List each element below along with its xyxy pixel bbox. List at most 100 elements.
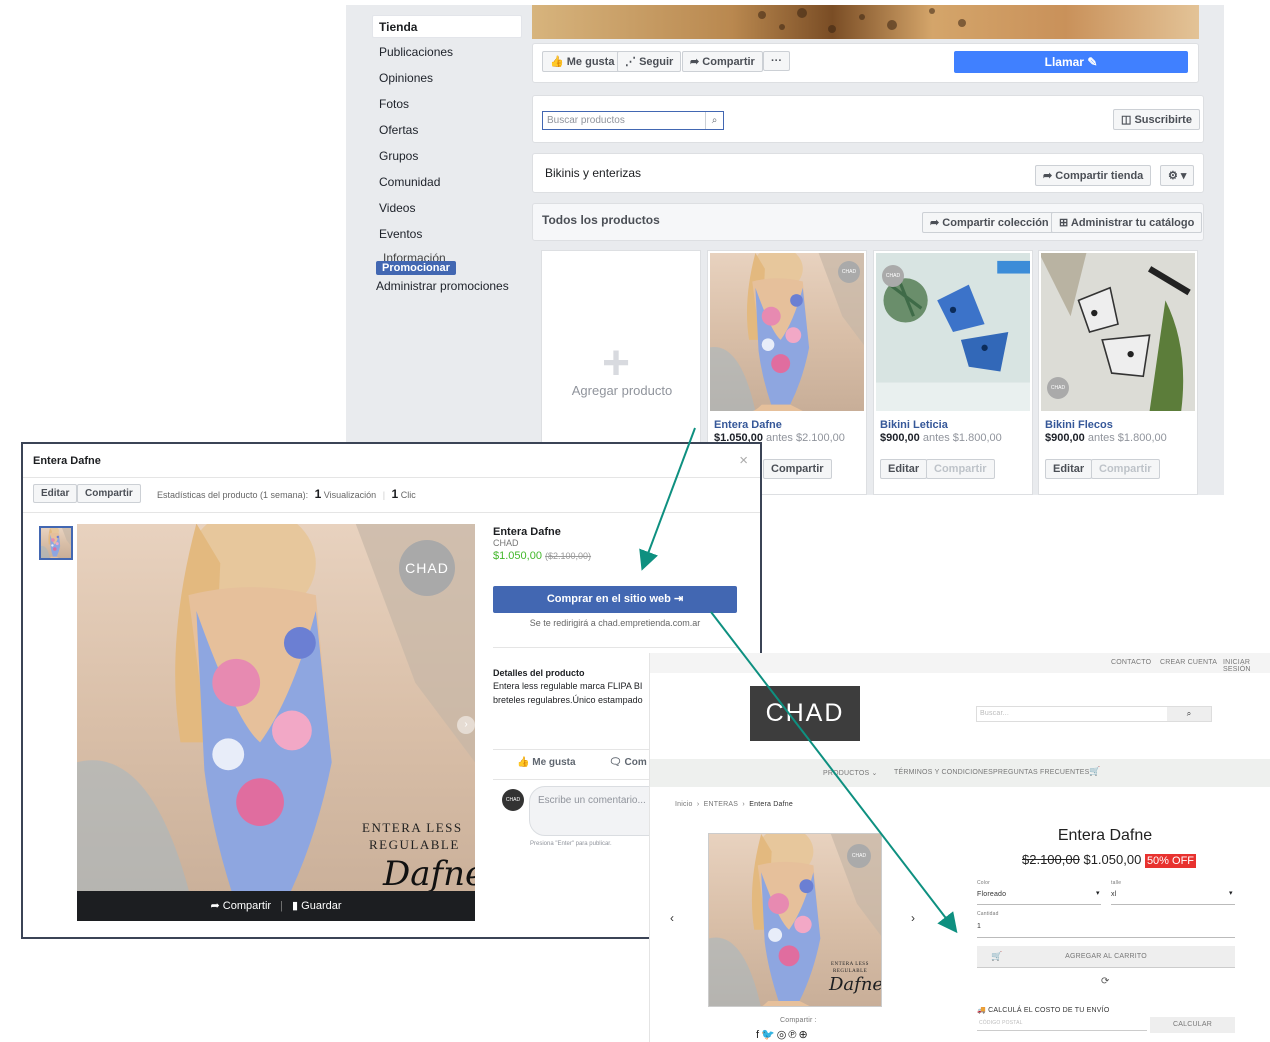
whatsapp-icon[interactable]: ◎ xyxy=(777,1029,789,1041)
quantity-label: Cantidad xyxy=(977,911,999,917)
promote-button[interactable]: Promocionar xyxy=(376,258,456,276)
color-select[interactable]: Floreado xyxy=(977,891,1006,898)
like-button[interactable]: 👍 Me gusta xyxy=(517,757,576,768)
sidebar-item-grupos[interactable]: Grupos xyxy=(379,149,418,163)
nav-faq[interactable]: PREGUNTAS FRECUENTES xyxy=(993,769,1089,776)
share-button[interactable]: Compartir xyxy=(77,484,141,503)
more-options-button[interactable]: ··· xyxy=(763,51,790,71)
product-price: $900,00 antes $1.800,00 xyxy=(1045,432,1167,444)
product-image[interactable]: CHAD xyxy=(710,253,864,411)
google-plus-icon[interactable]: ⊕ xyxy=(798,1029,809,1041)
shop-title: Bikinis y enterizas xyxy=(545,166,642,180)
create-account-link[interactable]: CREAR CUENTA xyxy=(1160,659,1217,666)
modal-header: Entera Dafne × xyxy=(23,444,760,478)
avatar: CHAD xyxy=(502,789,524,811)
photo-caption: REGULABLE xyxy=(369,837,460,852)
comment-button[interactable]: 🗨 Com xyxy=(609,757,647,768)
prev-image-button[interactable]: ‹ xyxy=(670,911,674,925)
follow-page-button[interactable]: ⋰ Seguir xyxy=(617,51,682,72)
sidebar-item-eventos[interactable]: Eventos xyxy=(379,227,422,241)
share-arrow-icon: ➦ xyxy=(1043,170,1053,182)
sidebar-item-publicaciones[interactable]: Publicaciones xyxy=(379,45,453,59)
search-icon[interactable]: ⌕ xyxy=(1167,707,1211,721)
sidebar-item-tienda[interactable]: Tienda xyxy=(372,15,522,38)
sidebar-item-opiniones[interactable]: Opiniones xyxy=(379,71,433,85)
product-name[interactable]: Bikini Leticia xyxy=(880,419,948,431)
brand-badge: CHAD xyxy=(838,261,860,283)
contact-link[interactable]: CONTACTO xyxy=(1111,659,1151,666)
photo-thumbnail[interactable] xyxy=(39,526,73,560)
postal-code-input[interactable]: CÓDIGO POSTAL xyxy=(977,1017,1147,1031)
login-link[interactable]: INICIAR SESIÓN xyxy=(1223,659,1270,673)
shop-header: Bikinis y enterizas ➦ Compartir tienda ⚙… xyxy=(532,153,1204,193)
manage-promotions-link[interactable]: Administrar promociones xyxy=(376,279,509,293)
next-photo-button[interactable]: › xyxy=(457,716,475,734)
breadcrumb-home[interactable]: Inicio xyxy=(675,801,693,808)
nav-terms[interactable]: TÉRMINOS Y CONDICIONES xyxy=(894,769,993,776)
size-select[interactable]: xl xyxy=(1111,891,1116,898)
share-shop-button[interactable]: ➦ Compartir tienda xyxy=(1035,165,1152,186)
sidebar-item-comunidad[interactable]: Comunidad xyxy=(379,175,440,189)
product-image[interactable]: CHAD xyxy=(1041,253,1195,411)
store-logo[interactable]: CHAD xyxy=(750,686,860,741)
photo-share-button[interactable]: ➦ Compartir xyxy=(210,900,271,912)
share-product-button[interactable]: Compartir xyxy=(763,459,832,479)
share-product-button[interactable]: Compartir xyxy=(1091,459,1160,479)
page-actions-bar: 👍 Me gusta ⋰ Seguir ➦ Compartir ··· Llam… xyxy=(532,43,1199,83)
size-label: talle xyxy=(1111,880,1122,886)
buy-on-website-button[interactable]: Comprar en el sitio web ⇥ xyxy=(493,586,737,613)
gear-icon: ⚙ ▾ xyxy=(1168,170,1187,182)
share-collection-button[interactable]: ➦ Compartir colección xyxy=(922,212,1057,233)
sidebar-item-videos[interactable]: Videos xyxy=(379,201,415,215)
store-product-price: $2.100,00 $1.050,00 50% OFF xyxy=(1022,852,1197,868)
calculate-button[interactable]: CALCULAR xyxy=(1150,1017,1235,1033)
nav-products[interactable]: PRODUCTOS ⌄ xyxy=(823,769,878,777)
product-card[interactable]: CHAD Bikini Leticia $900,00 antes $1.800… xyxy=(873,250,1033,495)
next-image-button[interactable]: › xyxy=(911,911,915,925)
sidebar-item-ofertas[interactable]: Ofertas xyxy=(379,123,418,137)
edit-button[interactable]: Editar xyxy=(33,484,78,503)
share-page-button[interactable]: ➦ Compartir xyxy=(682,51,763,72)
quantity-input[interactable]: 1 xyxy=(977,923,981,930)
divider xyxy=(23,512,760,513)
share-arrow-icon: ➦ xyxy=(930,217,940,229)
color-label: Color xyxy=(977,880,990,886)
search-icon[interactable]: ⌕ xyxy=(705,112,723,129)
product-name[interactable]: Entera Dafne xyxy=(714,419,782,431)
share-arrow-icon: ➦ xyxy=(690,56,700,68)
thumbs-up-icon: 👍 xyxy=(550,56,564,68)
close-icon[interactable]: × xyxy=(739,452,748,469)
like-page-button[interactable]: 👍 Me gusta xyxy=(542,51,623,72)
details-title: Detalles del producto xyxy=(493,668,585,678)
product-price: $900,00 antes $1.800,00 xyxy=(880,432,1002,444)
product-name[interactable]: Bikini Flecos xyxy=(1045,419,1113,431)
shop-settings-button[interactable]: ⚙ ▾ xyxy=(1160,165,1195,186)
search-products-input[interactable]: Buscar productos ⌕ xyxy=(542,111,724,130)
manage-catalog-button[interactable]: ⊞ Administrar tu catálogo xyxy=(1051,212,1203,233)
details-text: breteles regulabres.Único estampado xyxy=(493,695,643,705)
product-card[interactable]: CHAD Bikini Flecos $900,00 antes $1.800,… xyxy=(1038,250,1198,495)
sidebar-item-fotos[interactable]: Fotos xyxy=(379,97,409,111)
pinterest-icon[interactable]: ℗ xyxy=(788,1029,798,1041)
store-product-image[interactable]: CHAD ENTERA LESS REGULABLE Dafne xyxy=(708,833,882,1007)
call-button[interactable]: Llamar ✎ xyxy=(954,51,1188,73)
photo-caption: ENTERA LESS xyxy=(362,820,463,835)
twitter-icon[interactable]: 🐦 xyxy=(761,1029,777,1041)
edit-product-button[interactable]: Editar xyxy=(880,459,928,479)
rss-icon: ◫ xyxy=(1121,114,1132,126)
field-underline xyxy=(977,937,1235,938)
photo-save-button[interactable]: ▮ Guardar xyxy=(292,900,341,912)
facebook-shop-page: Tienda Publicaciones Opiniones Fotos Ofe… xyxy=(346,5,1224,495)
field-underline xyxy=(1111,904,1235,905)
share-product-button[interactable]: Compartir xyxy=(926,459,995,479)
cart-icon[interactable]: 🛒 xyxy=(1089,766,1100,777)
share-label: Compartir : xyxy=(780,1017,817,1024)
edit-product-button[interactable]: Editar xyxy=(1045,459,1093,479)
product-image[interactable]: CHAD xyxy=(876,253,1030,411)
main-product-photo[interactable]: CHAD ENTERA LESS REGULABLE Dafne ➦ Compa… xyxy=(77,524,475,921)
product-stats: Estadísticas del producto (1 semana): 1 … xyxy=(157,487,416,501)
store-search-input[interactable]: Buscar... ⌕ xyxy=(976,706,1212,722)
subscribe-button[interactable]: ◫ Suscribirte xyxy=(1113,109,1200,130)
add-to-cart-button[interactable]: 🛒 AGREGAR AL CARRITO xyxy=(977,946,1235,968)
breadcrumb-category[interactable]: ENTERAS xyxy=(704,801,738,808)
